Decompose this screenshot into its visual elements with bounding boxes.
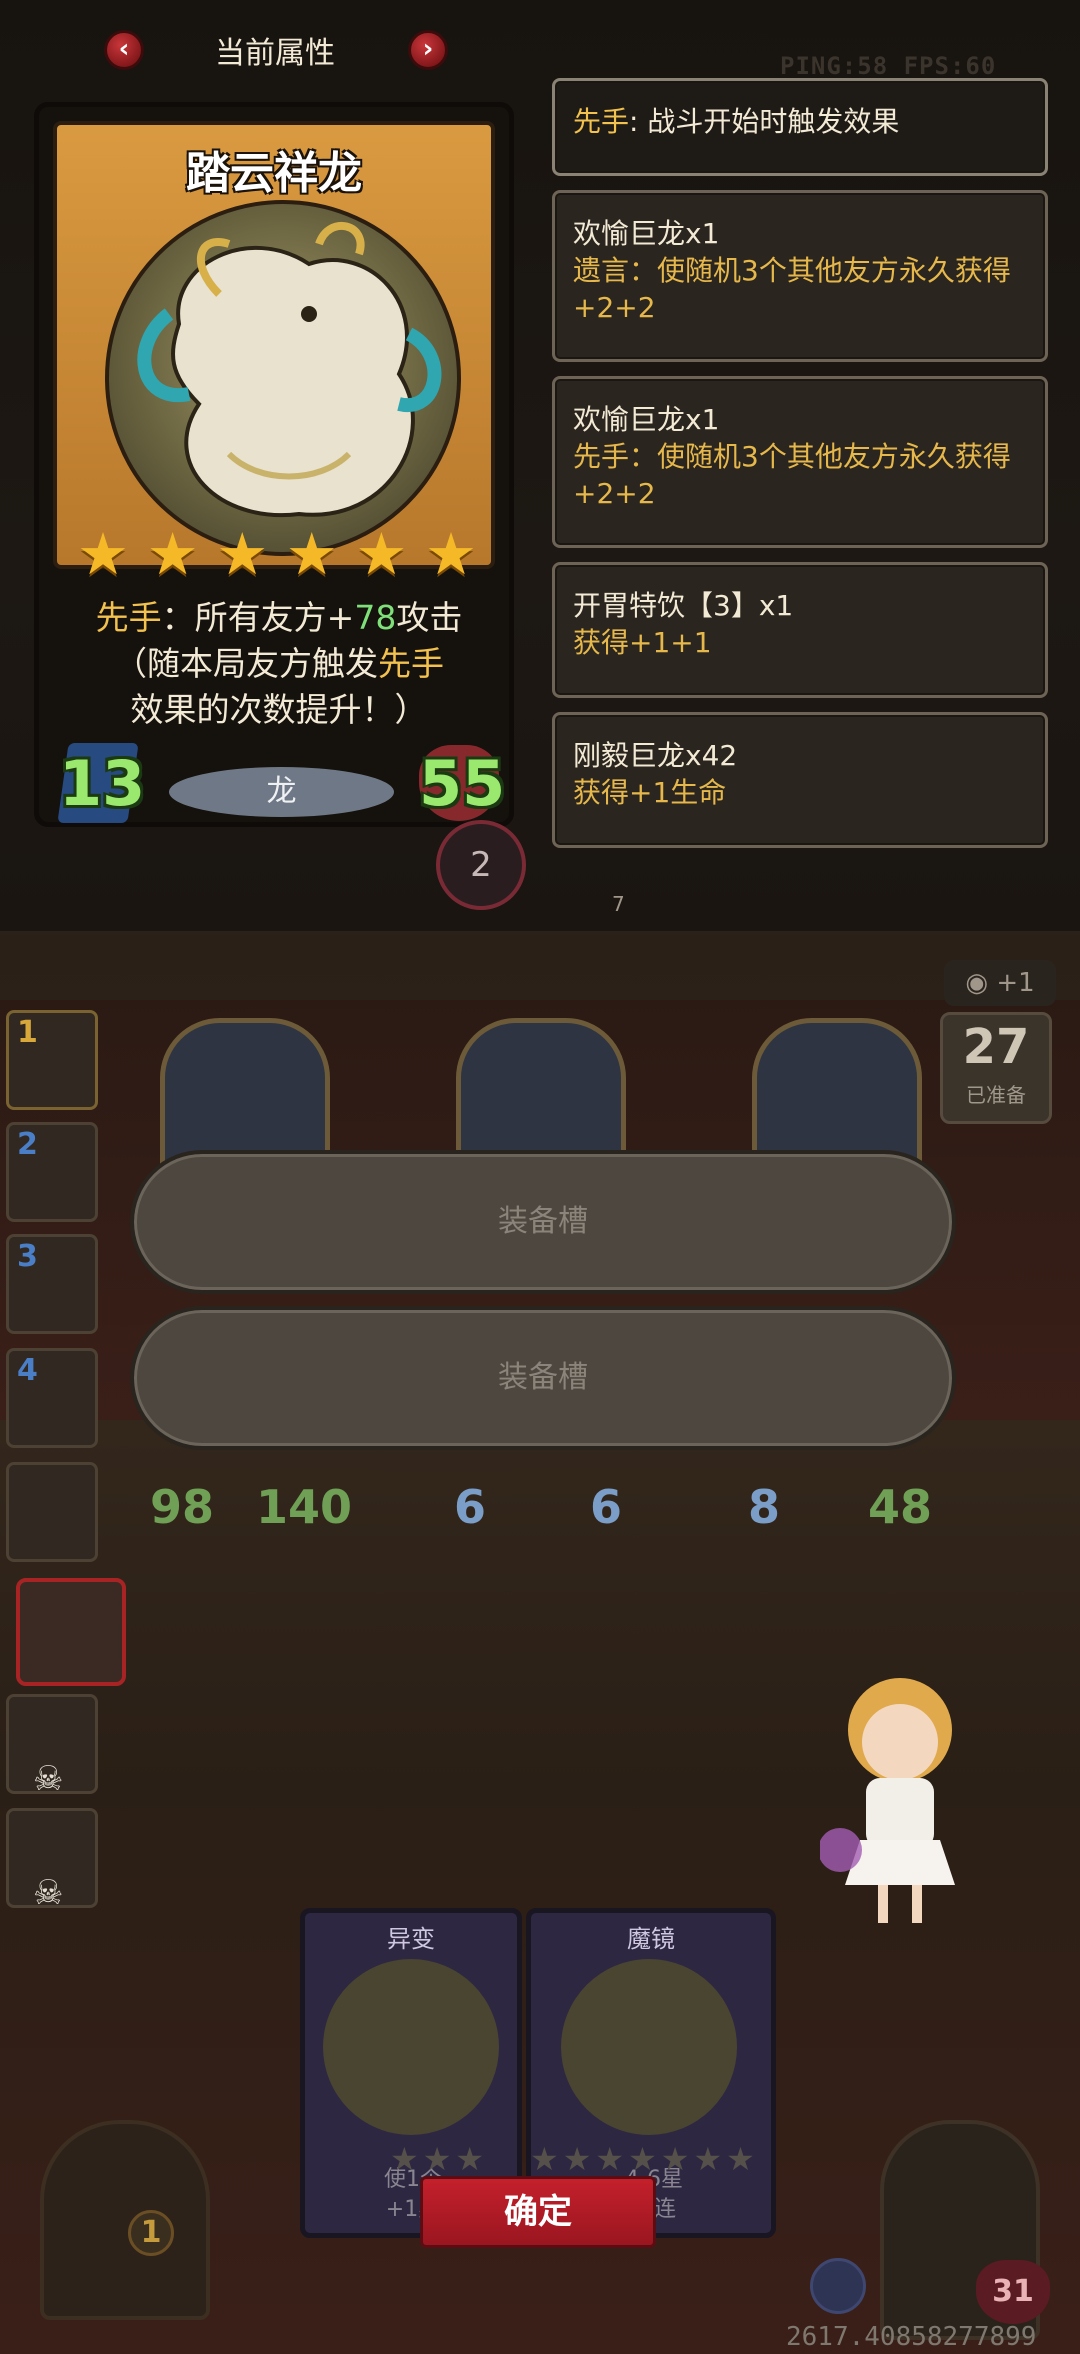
attack-value: 13 (59, 747, 146, 820)
slot-number: 4 (17, 1353, 38, 1388)
debug-number: 2617.40858277899 (786, 2322, 1037, 2352)
star-icon: ★ (726, 2140, 755, 2178)
effect-title: 欢愉巨龙x1 (573, 403, 720, 436)
effect-panel-first-strike: 先手: 战斗开始时触发效果 (552, 78, 1048, 176)
effect-title: 欢愉巨龙x1 (573, 217, 720, 250)
effect-title: 刚毅巨龙x42 (573, 739, 738, 772)
health-value: 55 (419, 747, 506, 820)
star-icon: ★ (146, 520, 199, 588)
desc-text: ：所有友方+ (161, 598, 355, 637)
card-description: 先手：所有友方+78攻击 （随本局友方触发先手 效果的次数提升！） (79, 595, 479, 733)
prev-button[interactable]: ‹ (104, 30, 144, 70)
desc-text: 效果的次数提升！） (130, 690, 428, 729)
card-frame: 踏云祥龙 (53, 121, 495, 569)
side-slot-4[interactable]: 4 (6, 1348, 98, 1448)
star-icon: ★ (285, 520, 338, 588)
unit-3-health: 48 (868, 1480, 933, 1534)
card-art (561, 1959, 737, 2135)
slot-number: 3 (17, 1239, 38, 1274)
card-stars: ★ ★ ★ ★ ★ ★ ★ (530, 2140, 759, 2178)
effect-keyword: 先手 (573, 105, 630, 138)
treasure-chest-icon[interactable] (40, 2120, 210, 2320)
unit-1-health: 140 (256, 1480, 353, 1534)
side-slot-active[interactable] (16, 1578, 126, 1686)
hero-card[interactable]: 踏云祥龙 ★ ★ ★ ★ ★ ★ 先手：所有友方+78攻击 （随本局友方触发先手 (34, 102, 514, 827)
vision-bonus-value: +1 (996, 968, 1035, 998)
ping-fps-readout: PING:58 FPS:60 (780, 52, 997, 80)
tribe-label: 龙 (169, 767, 394, 817)
eye-icon: ◉ (965, 968, 997, 998)
attribute-panel: ‹ 当前属性 › PING:58 FPS:60 踏云祥龙 ★ ★ ★ ★ ★ ★ (0, 0, 1080, 935)
star-icon: ★ (455, 2140, 485, 2178)
side-slot-dead[interactable]: ☠ (6, 1694, 98, 1799)
effect-text: 获得+1生命 (573, 776, 727, 809)
side-slot-1[interactable]: 1 (6, 1010, 98, 1110)
star-icon: ★ (390, 2140, 419, 2178)
star-icon: ★ (77, 520, 129, 588)
side-slot-3[interactable]: 3 (6, 1234, 98, 1334)
dragon-portrait (105, 200, 461, 556)
page-title: 当前属性 (215, 36, 335, 71)
shield-icon[interactable] (810, 2258, 866, 2314)
equip-slot-2[interactable]: 装备槽 (130, 1306, 956, 1450)
side-slot-5[interactable] (6, 1462, 98, 1562)
star-icon: ★ (424, 520, 477, 588)
door-badge-count: 7 (612, 892, 625, 916)
star-icon: ★ (628, 2140, 657, 2178)
effect-text: : 战斗开始时触发效果 (629, 105, 900, 138)
effect-title: 开胃特饮【3】x1 (573, 589, 794, 622)
unit-2-health: 6 (590, 1480, 623, 1534)
confirm-button[interactable]: 确定 (420, 2176, 656, 2248)
vision-bonus: ◉ +1 (944, 960, 1056, 1006)
effect-panel: 欢愉巨龙x1 遗言：使随机3个其他友方永久获得+2+2 (552, 190, 1048, 362)
ready-counter: 27 已准备 (940, 1012, 1052, 1124)
slot-number: 2 (17, 1127, 38, 1162)
skull-icon: ☠ (33, 1759, 64, 1799)
unit-1-attack: 98 (150, 1480, 215, 1534)
effect-panel: 开胃特饮【3】x1 获得+1+1 (552, 562, 1048, 698)
card-name: 踏云祥龙 (186, 148, 362, 199)
effect-text: 先手：使随机3个其他友方永久获得+2+2 (573, 440, 1011, 510)
star-icon: ★ (693, 2140, 723, 2178)
keyword-first-strike: 先手 (378, 644, 444, 683)
keyword-first-strike: 先手 (95, 598, 162, 637)
ready-count: 27 (962, 1019, 1030, 1075)
star-icon: ★ (562, 2140, 592, 2178)
equip-slot-1[interactable]: 装备槽 (130, 1150, 956, 1294)
side-slot-dead[interactable]: ☠ (6, 1808, 98, 1913)
unit-3-attack: 8 (748, 1480, 781, 1534)
star-rating: ★ ★ ★ ★ ★ ★ (77, 525, 477, 583)
effect-text: 遗言：使随机3个其他友方永久获得+2+2 (573, 254, 1011, 324)
merchant-girl-avatar[interactable] (818, 1660, 970, 1930)
card-stars: ★ ★ ★ (390, 2140, 488, 2178)
side-slot-2[interactable]: 2 (6, 1122, 98, 1222)
star-icon: ★ (355, 520, 408, 588)
chevron-right-icon: › (422, 34, 434, 64)
effect-text: 获得+1+1 (573, 626, 712, 659)
star-icon: ★ (660, 2140, 690, 2178)
ready-label: 已准备 (966, 1083, 1026, 1107)
effect-panel: 欢愉巨龙x1 先手：使随机3个其他友方永久获得+2+2 (552, 376, 1048, 548)
skull-icon: ☠ (33, 1873, 64, 1913)
flower-badge: 2 (436, 820, 526, 910)
card-art (323, 1959, 499, 2135)
desc-text: （随本局友方触发 (114, 644, 378, 683)
card-title: 魔镜 (627, 1925, 675, 1953)
chevron-left-icon: ‹ (118, 34, 130, 64)
effect-panel: 刚毅巨龙x42 获得+1生命 (552, 712, 1048, 848)
next-button[interactable]: › (408, 30, 448, 70)
desc-text: 攻击 (396, 598, 463, 637)
desc-value: 78 (354, 598, 397, 637)
card-title: 异变 (387, 1925, 435, 1953)
heart-health: 31 (976, 2260, 1050, 2324)
slot-number: 1 (17, 1015, 38, 1050)
star-icon: ★ (422, 2140, 452, 2178)
star-icon: ★ (216, 520, 269, 588)
unit-2-attack: 6 (454, 1480, 487, 1534)
star-icon: ★ (530, 2140, 559, 2178)
star-icon: ★ (595, 2140, 625, 2178)
chest-count: 1 (128, 2210, 174, 2256)
